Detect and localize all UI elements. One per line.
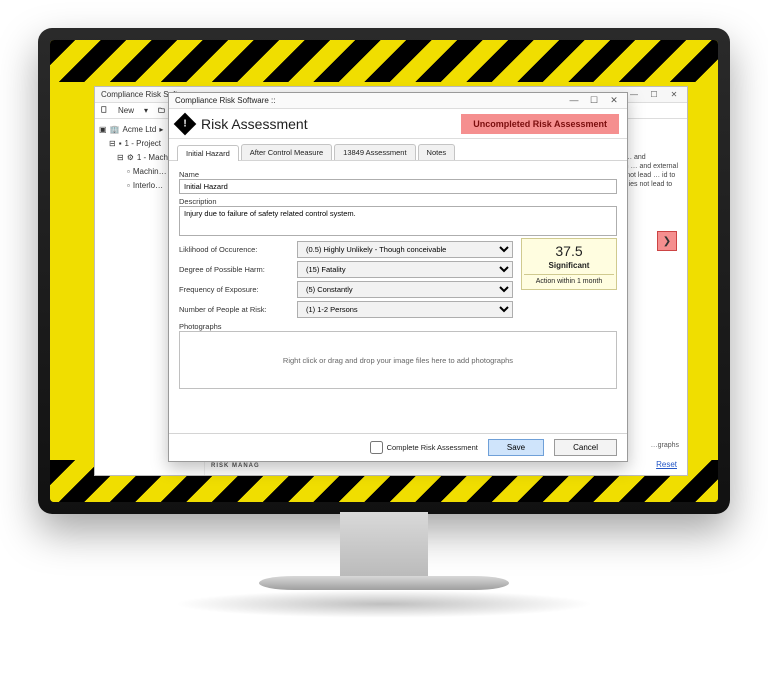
minimize-icon[interactable]: — (627, 90, 641, 99)
status-banner: Uncompleted Risk Assessment (461, 114, 619, 134)
risk-score-panel: 37.5 Significant Action within 1 month (521, 238, 617, 290)
file-new-icon[interactable] (101, 106, 108, 115)
tab-after-control[interactable]: After Control Measure (241, 144, 332, 160)
dialog-header: Risk Assessment Uncompleted Risk Assessm… (169, 109, 627, 139)
description-label: Description (179, 197, 617, 206)
harm-select[interactable]: (15) Fatality (297, 261, 513, 278)
close-icon[interactable]: ✕ (607, 95, 621, 106)
risk-score: 37.5 (524, 243, 614, 259)
risk-action: Action within 1 month (524, 274, 614, 285)
hazard-stripe-top (50, 40, 718, 82)
gear-icon: ⚙ (127, 152, 134, 164)
people-select[interactable]: (1) 1-2 Persons (297, 301, 513, 318)
frequency-select[interactable]: (5) Constantly (297, 281, 513, 298)
briefcase-icon: ▪ (119, 138, 122, 150)
dialog-titlebar-text: Compliance Risk Software :: (175, 96, 275, 105)
next-arrow-button[interactable]: ❯ (657, 231, 677, 251)
tree-interlock[interactable]: Interlo… (133, 180, 163, 192)
photo-dropzone[interactable]: Right click or drag and drop your image … (179, 331, 617, 389)
name-input[interactable] (179, 179, 617, 194)
tab-strip: Initial Hazard After Control Measure 138… (169, 139, 627, 161)
tab-initial-hazard[interactable]: Initial Hazard (177, 145, 239, 161)
cancel-button[interactable]: Cancel (554, 439, 617, 456)
monitor-shadow (174, 590, 594, 618)
frequency-label: Frequency of Exposure: (179, 285, 289, 294)
tab-notes[interactable]: Notes (418, 144, 456, 160)
risk-severity: Significant (524, 261, 614, 270)
doc-icon: ▫ (127, 180, 130, 192)
complete-checkbox[interactable] (370, 441, 383, 454)
harm-label: Degree of Possible Harm: (179, 265, 289, 274)
monitor-frame: Compliance Risk Software — ☐ ✕ New ▾ Ope… (38, 28, 730, 514)
name-label: Name (179, 170, 617, 179)
maximize-icon[interactable]: ☐ (647, 90, 661, 99)
dialog-heading: Risk Assessment (201, 116, 308, 132)
complete-label-text: Complete Risk Assessment (387, 443, 478, 452)
tree-machin[interactable]: Machin… (133, 166, 167, 178)
chevron-right-icon: ❯ (663, 236, 671, 247)
monitor-stand-neck (340, 512, 428, 582)
description-input[interactable]: Injury due to failure of safety related … (179, 206, 617, 236)
building-icon: 🏢 (110, 124, 120, 136)
hazard-diamond-icon (174, 112, 197, 135)
tree-company[interactable]: Acme Ltd (123, 124, 157, 136)
likelihood-select[interactable]: (0.5) Highly Unlikely - Though conceivab… (297, 241, 513, 258)
doc-icon: ▫ (127, 166, 130, 178)
brand-subtext: RISK MANAG (211, 463, 269, 469)
photo-hint: Right click or drag and drop your image … (283, 356, 513, 365)
tree-project[interactable]: 1 - Project (125, 138, 161, 150)
dialog-titlebar: Compliance Risk Software :: — ☐ ✕ (169, 93, 627, 109)
monitor-stand-base (259, 576, 509, 590)
monitor-screen: Compliance Risk Software — ☐ ✕ New ▾ Ope… (50, 40, 718, 502)
save-button[interactable]: Save (488, 439, 544, 456)
reset-link[interactable]: Reset (656, 460, 677, 469)
graphs-label: …graphs (651, 442, 679, 449)
maximize-icon[interactable]: ☐ (587, 95, 601, 106)
people-label: Number of People at Risk: (179, 305, 289, 314)
tab-13849[interactable]: 13849 Assessment (334, 144, 415, 160)
dialog-footer: Complete Risk Assessment Save Cancel (169, 433, 627, 461)
complete-checkbox-label[interactable]: Complete Risk Assessment (370, 441, 478, 454)
window-controls: — ☐ ✕ (627, 90, 681, 99)
close-icon[interactable]: ✕ (667, 90, 681, 99)
form-body: Name Description Injury due to failure o… (169, 161, 627, 433)
photos-label: Photographs (179, 322, 617, 331)
risk-assessment-dialog: Compliance Risk Software :: — ☐ ✕ Risk A… (168, 92, 628, 462)
likelihood-label: Liklihood of Occurence: (179, 245, 289, 254)
folder-open-icon[interactable] (158, 106, 165, 115)
new-button[interactable]: New (118, 106, 134, 115)
minimize-icon[interactable]: — (567, 95, 581, 106)
